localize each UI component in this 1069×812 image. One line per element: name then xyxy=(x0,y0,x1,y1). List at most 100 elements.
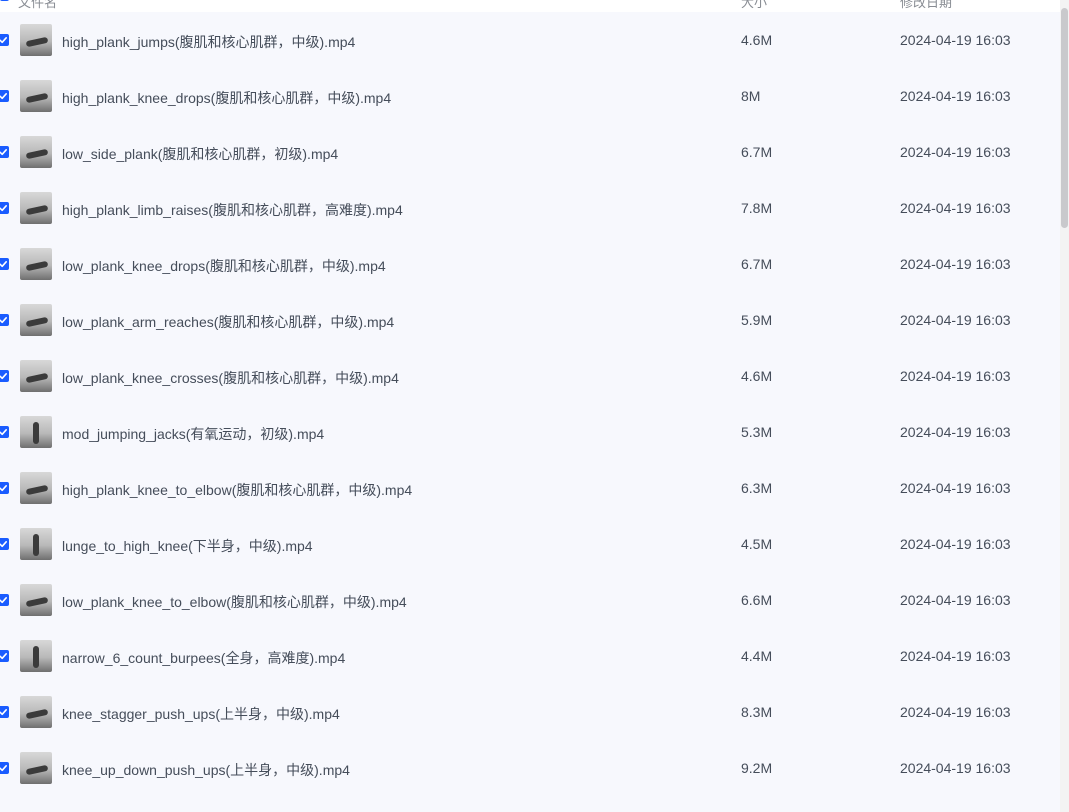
file-date: 2024-04-19 16:03 xyxy=(900,760,1011,776)
file-size: 6.3M xyxy=(741,480,773,496)
file-size: 9.2M xyxy=(741,760,773,776)
file-list-panel: 文件名 大小 修改日期 high_plank_jumps(腹肌和核心肌群，中级)… xyxy=(0,0,1060,812)
file-date: 2024-04-19 16:03 xyxy=(900,368,1011,384)
checkbox-checked-icon[interactable] xyxy=(0,482,9,494)
file-name[interactable]: low_plank_knee_to_elbow(腹肌和核心肌群，中级).mp4 xyxy=(62,592,407,612)
file-row[interactable]: low_plank_arm_reaches(腹肌和核心肌群，中级).mp4 5.9… xyxy=(0,292,1060,348)
file-name[interactable]: narrow_6_count_burpees(全身，高难度).mp4 xyxy=(62,648,345,668)
file-size: 5.9M xyxy=(741,312,773,328)
file-date: 2024-04-19 16:03 xyxy=(900,256,1011,272)
thumbnail-figure xyxy=(25,36,49,48)
thumbnail-figure xyxy=(25,204,49,216)
video-thumbnail[interactable] xyxy=(20,640,52,672)
file-date: 2024-04-19 16:03 xyxy=(900,592,1011,608)
file-date: 2024-04-19 16:03 xyxy=(900,200,1011,216)
checkbox-checked-icon[interactable] xyxy=(0,370,9,382)
file-name[interactable]: high_plank_jumps(腹肌和核心肌群，中级).mp4 xyxy=(62,32,355,52)
file-row[interactable]: lunge_to_high_knee(下半身，中级).mp4 4.5M 2024-0… xyxy=(0,516,1060,572)
file-name[interactable]: high_plank_knee_drops(腹肌和核心肌群，中级).mp4 xyxy=(62,88,391,108)
file-row[interactable]: knee_up_down_push_ups(上半身，中级).mp4 9.2M 202… xyxy=(0,740,1060,796)
thumbnail-figure xyxy=(25,708,49,720)
video-thumbnail[interactable] xyxy=(20,136,52,168)
column-header-size[interactable]: 大小 xyxy=(741,0,767,11)
video-thumbnail[interactable] xyxy=(20,304,52,336)
file-date: 2024-04-19 16:03 xyxy=(900,648,1011,664)
thumbnail-figure xyxy=(25,764,49,776)
thumbnail-figure xyxy=(25,148,49,160)
video-thumbnail[interactable] xyxy=(20,528,52,560)
file-name[interactable]: high_plank_knee_to_elbow(腹肌和核心肌群，中级).mp4 xyxy=(62,480,412,500)
column-header-name[interactable]: 文件名 xyxy=(18,0,57,11)
file-name[interactable]: low_plank_knee_crosses(腹肌和核心肌群，中级).mp4 xyxy=(62,368,399,388)
thumbnail-figure xyxy=(25,316,49,328)
video-thumbnail[interactable] xyxy=(20,192,52,224)
file-size: 6.7M xyxy=(741,256,773,272)
checkbox-checked-icon[interactable] xyxy=(0,650,9,662)
checkbox-checked-icon[interactable] xyxy=(0,594,9,606)
thumbnail-figure xyxy=(25,484,49,496)
thumbnail-figure xyxy=(25,260,49,272)
file-row[interactable]: mod_jumping_jacks(有氧运动，初级).mp4 5.3M 2024-0… xyxy=(0,404,1060,460)
file-name[interactable]: low_side_plank(腹肌和核心肌群，初级).mp4 xyxy=(62,144,338,164)
file-name[interactable]: low_plank_arm_reaches(腹肌和核心肌群，中级).mp4 xyxy=(62,312,394,332)
file-name[interactable]: low_plank_knee_drops(腹肌和核心肌群，中级).mp4 xyxy=(62,256,386,276)
file-row[interactable]: high_plank_jumps(腹肌和核心肌群，中级).mp4 4.6M 2024… xyxy=(0,12,1060,68)
file-size: 7.8M xyxy=(741,200,773,216)
file-name[interactable]: high_plank_limb_raises(腹肌和核心肌群，高难度).mp4 xyxy=(62,200,403,220)
video-thumbnail[interactable] xyxy=(20,696,52,728)
checkbox-checked-icon[interactable] xyxy=(0,258,9,270)
file-row[interactable]: knee_stagger_push_ups(上半身，中级).mp4 8.3M 202… xyxy=(0,684,1060,740)
checkbox-checked-icon[interactable] xyxy=(0,538,9,550)
file-date: 2024-04-19 16:03 xyxy=(900,88,1011,104)
file-row[interactable]: low_side_plank(腹肌和核心肌群，初级).mp4 6.7M 2024-0… xyxy=(0,124,1060,180)
file-row[interactable]: low_plank_knee_drops(腹肌和核心肌群，中级).mp4 6.7M… xyxy=(0,236,1060,292)
thumbnail-figure xyxy=(25,92,49,104)
file-date: 2024-04-19 16:03 xyxy=(900,312,1011,328)
file-date: 2024-04-19 16:03 xyxy=(900,480,1011,496)
checkbox-checked-icon[interactable] xyxy=(0,34,9,46)
checkbox-checked-icon[interactable] xyxy=(0,202,9,214)
video-thumbnail[interactable] xyxy=(20,80,52,112)
file-row[interactable]: low_plank_knee_crosses(腹肌和核心肌群，中级).mp4 4.… xyxy=(0,348,1060,404)
file-row[interactable]: high_plank_knee_to_elbow(腹肌和核心肌群，中级).mp4… xyxy=(0,460,1060,516)
scrollbar-thumb[interactable] xyxy=(1061,8,1068,228)
file-size: 4.4M xyxy=(741,648,773,664)
file-row[interactable]: low_plank_knee_to_elbow(腹肌和核心肌群，中级).mp4 6… xyxy=(0,572,1060,628)
select-all-checkbox[interactable] xyxy=(0,0,9,1)
file-size: 5.3M xyxy=(741,424,773,440)
video-thumbnail[interactable] xyxy=(20,584,52,616)
video-thumbnail[interactable] xyxy=(20,24,52,56)
video-thumbnail[interactable] xyxy=(20,416,52,448)
file-size: 4.6M xyxy=(741,368,773,384)
file-name[interactable]: mod_jumping_jacks(有氧运动，初级).mp4 xyxy=(62,424,324,444)
thumbnail-figure xyxy=(25,596,49,608)
thumbnail-figure xyxy=(33,422,39,444)
vertical-scrollbar[interactable] xyxy=(1060,0,1069,812)
checkbox-checked-icon[interactable] xyxy=(0,90,9,102)
checkbox-checked-icon[interactable] xyxy=(0,314,9,326)
file-row[interactable]: narrow_6_count_burpees(全身，高难度).mp4 4.4M 20… xyxy=(0,628,1060,684)
file-size: 6.6M xyxy=(741,592,773,608)
checkbox-checked-icon[interactable] xyxy=(0,146,9,158)
column-header-date[interactable]: 修改日期 xyxy=(900,0,952,11)
file-name[interactable]: lunge_to_high_knee(下半身，中级).mp4 xyxy=(62,536,313,556)
file-name[interactable]: knee_stagger_push_ups(上半身，中级).mp4 xyxy=(62,704,340,724)
file-size: 8.3M xyxy=(741,704,773,720)
file-name[interactable]: knee_up_down_push_ups(上半身，中级).mp4 xyxy=(62,760,350,780)
video-thumbnail[interactable] xyxy=(20,752,52,784)
checkbox-checked-icon[interactable] xyxy=(0,706,9,718)
checkbox-checked-icon[interactable] xyxy=(0,762,9,774)
file-row[interactable]: high_plank_limb_raises(腹肌和核心肌群，高难度).mp4 7… xyxy=(0,180,1060,236)
checkbox-checked-icon[interactable] xyxy=(0,426,9,438)
file-row[interactable]: high_plank_knee_drops(腹肌和核心肌群，中级).mp4 8M 2… xyxy=(0,68,1060,124)
video-thumbnail[interactable] xyxy=(20,248,52,280)
thumbnail-figure xyxy=(25,372,49,384)
file-size: 8M xyxy=(741,88,761,104)
file-size: 4.5M xyxy=(741,536,773,552)
thumbnail-figure xyxy=(33,534,39,556)
video-thumbnail[interactable] xyxy=(20,472,52,504)
file-size: 6.7M xyxy=(741,144,773,160)
file-list-header: 文件名 大小 修改日期 xyxy=(0,0,1060,12)
file-date: 2024-04-19 16:03 xyxy=(900,536,1011,552)
video-thumbnail[interactable] xyxy=(20,360,52,392)
